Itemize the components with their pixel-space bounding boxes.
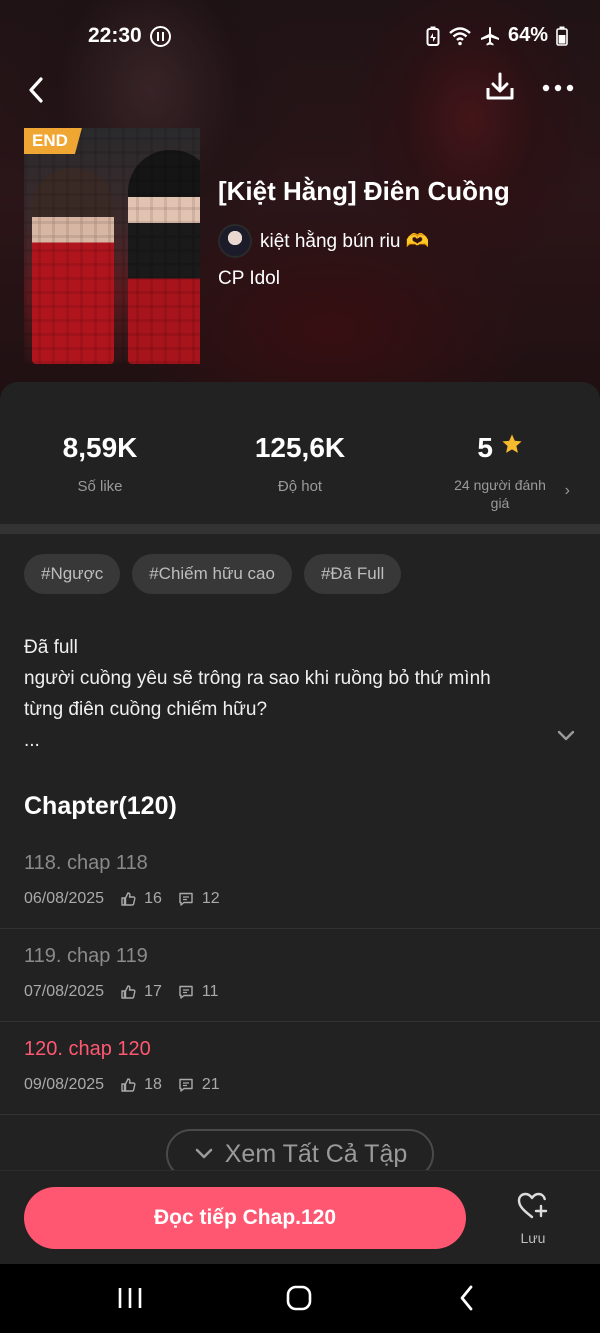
chapter-date: 06/08/2025 xyxy=(24,890,105,907)
bottom-action-bar: Đọc tiếp Chap.120 Lưu xyxy=(0,1170,600,1264)
book-title: [Kiệt Hằng] Điên Cuồng xyxy=(218,176,510,206)
chapter-title: 118. chap 118 xyxy=(24,852,148,874)
section-divider xyxy=(0,524,600,534)
more-icon xyxy=(542,84,574,92)
chapter-date: 07/08/2025 xyxy=(24,983,105,1000)
stat-likes: 8,59K Số like xyxy=(0,432,200,495)
chapter-meta: 06/08/2025 16 12 xyxy=(24,890,220,908)
tag-chip[interactable]: #Đã Full xyxy=(303,554,402,594)
status-bar: 22:30 64% xyxy=(0,0,600,72)
battery-percent: 64% xyxy=(507,24,548,46)
chapter-title: 119. chap 119 xyxy=(24,945,148,967)
tag-chip[interactable]: #Chiếm hữu cao xyxy=(132,554,292,594)
description-line: người cuồng yêu sẽ trông ra sao khi ruồn… xyxy=(24,668,491,689)
comment-icon xyxy=(179,892,193,906)
chapter-meta: 07/08/2025 17 11 xyxy=(24,983,218,1001)
chapter-meta: 09/08/2025 18 21 xyxy=(24,1076,220,1094)
chapter-list: 118. chap 118 06/08/2025 16 12 119. chap… xyxy=(0,836,600,1115)
chapter-heading: Chapter(120) xyxy=(24,792,177,820)
more-button[interactable] xyxy=(540,70,580,106)
save-label: Lưu xyxy=(520,1230,546,1246)
stats-row: 8,59K Số like 125,6K Độ hot 5 24 người đ… xyxy=(0,382,600,522)
status-time: 22:30 xyxy=(88,24,142,47)
expand-description-button[interactable] xyxy=(552,722,580,750)
top-nav xyxy=(0,70,600,110)
home-icon xyxy=(286,1285,312,1311)
chapter-row[interactable]: 119. chap 119 07/08/2025 17 11 xyxy=(0,929,600,1022)
system-nav-bar xyxy=(0,1264,600,1333)
download-button[interactable] xyxy=(484,70,520,106)
chevron-down-icon xyxy=(557,730,575,741)
system-back-button[interactable] xyxy=(449,1282,485,1314)
airplane-icon xyxy=(480,26,499,45)
like-icon xyxy=(121,1078,136,1092)
author-name[interactable]: kiệt hằng bún riu 🫶 xyxy=(260,229,429,253)
battery-saver-icon xyxy=(426,26,440,46)
end-badge: END xyxy=(24,128,82,154)
chapter-likes: 17 xyxy=(144,983,162,1000)
chapter-likes: 16 xyxy=(144,890,162,907)
chevron-down-icon xyxy=(195,1148,213,1159)
save-button[interactable]: Lưu xyxy=(505,1191,561,1251)
comment-icon xyxy=(179,1078,193,1092)
author-row[interactable]: kiệt hằng bún riu 🫶 xyxy=(218,224,429,258)
stat-rating[interactable]: 5 24 người đánh giá xyxy=(400,432,600,512)
chapter-comments: 11 xyxy=(201,983,219,1000)
tag-list: #Ngược #Chiếm hữu cao #Đã Full xyxy=(24,554,402,594)
description-line: từng điên cuồng chiếm hữu? xyxy=(24,699,268,720)
tag-chip[interactable]: #Ngược xyxy=(24,554,121,594)
chapter-row[interactable]: 118. chap 118 06/08/2025 16 12 xyxy=(0,836,600,929)
likes-label: Số like xyxy=(77,478,123,495)
view-all-label: Xem Tất Cả Tập xyxy=(224,1139,408,1168)
back-icon xyxy=(29,77,43,103)
likes-value: 8,59K xyxy=(62,432,138,463)
recent-apps-icon xyxy=(118,1288,142,1308)
author-avatar[interactable] xyxy=(218,224,252,258)
home-button[interactable] xyxy=(281,1282,317,1314)
wifi-icon xyxy=(449,26,471,45)
chapter-comments: 21 xyxy=(201,1076,220,1093)
rating-value-row: 5 xyxy=(400,432,600,464)
download-icon xyxy=(486,72,514,100)
system-back-icon xyxy=(460,1285,473,1311)
back-button[interactable] xyxy=(18,72,54,108)
like-icon xyxy=(121,985,136,999)
battery-icon xyxy=(556,26,568,46)
dnd-icon xyxy=(150,26,171,47)
hot-label: Độ hot xyxy=(277,478,323,495)
chapter-title: 120. chap 120 xyxy=(24,1038,151,1060)
heart-add-icon xyxy=(517,1192,548,1219)
description: Đã full người cuồng yêu sẽ trông ra sao … xyxy=(24,632,564,756)
rating-value: 5 xyxy=(477,432,493,463)
star-icon xyxy=(502,434,522,453)
hot-value: 125,6K xyxy=(254,432,346,463)
comment-icon xyxy=(179,985,193,999)
status-icons: 64% xyxy=(426,24,568,47)
description-line: ... xyxy=(24,730,40,751)
recent-apps-button[interactable] xyxy=(112,1282,148,1314)
continue-reading-button[interactable]: Đọc tiếp Chap.120 xyxy=(24,1187,466,1249)
chevron-right-icon[interactable]: › xyxy=(565,482,570,500)
chapter-likes: 18 xyxy=(144,1076,162,1093)
chapter-row-current[interactable]: 120. chap 120 09/08/2025 18 21 xyxy=(0,1022,600,1115)
chapter-date: 09/08/2025 xyxy=(24,1076,105,1093)
description-line: Đã full xyxy=(24,637,78,658)
rating-label: 24 người đánh giá xyxy=(454,477,546,511)
chapter-comments: 12 xyxy=(201,890,220,907)
stat-hot: 125,6K Độ hot xyxy=(200,432,400,495)
book-category[interactable]: CP Idol xyxy=(218,268,280,290)
book-cover[interactable]: END xyxy=(24,128,200,364)
like-icon xyxy=(121,892,136,906)
